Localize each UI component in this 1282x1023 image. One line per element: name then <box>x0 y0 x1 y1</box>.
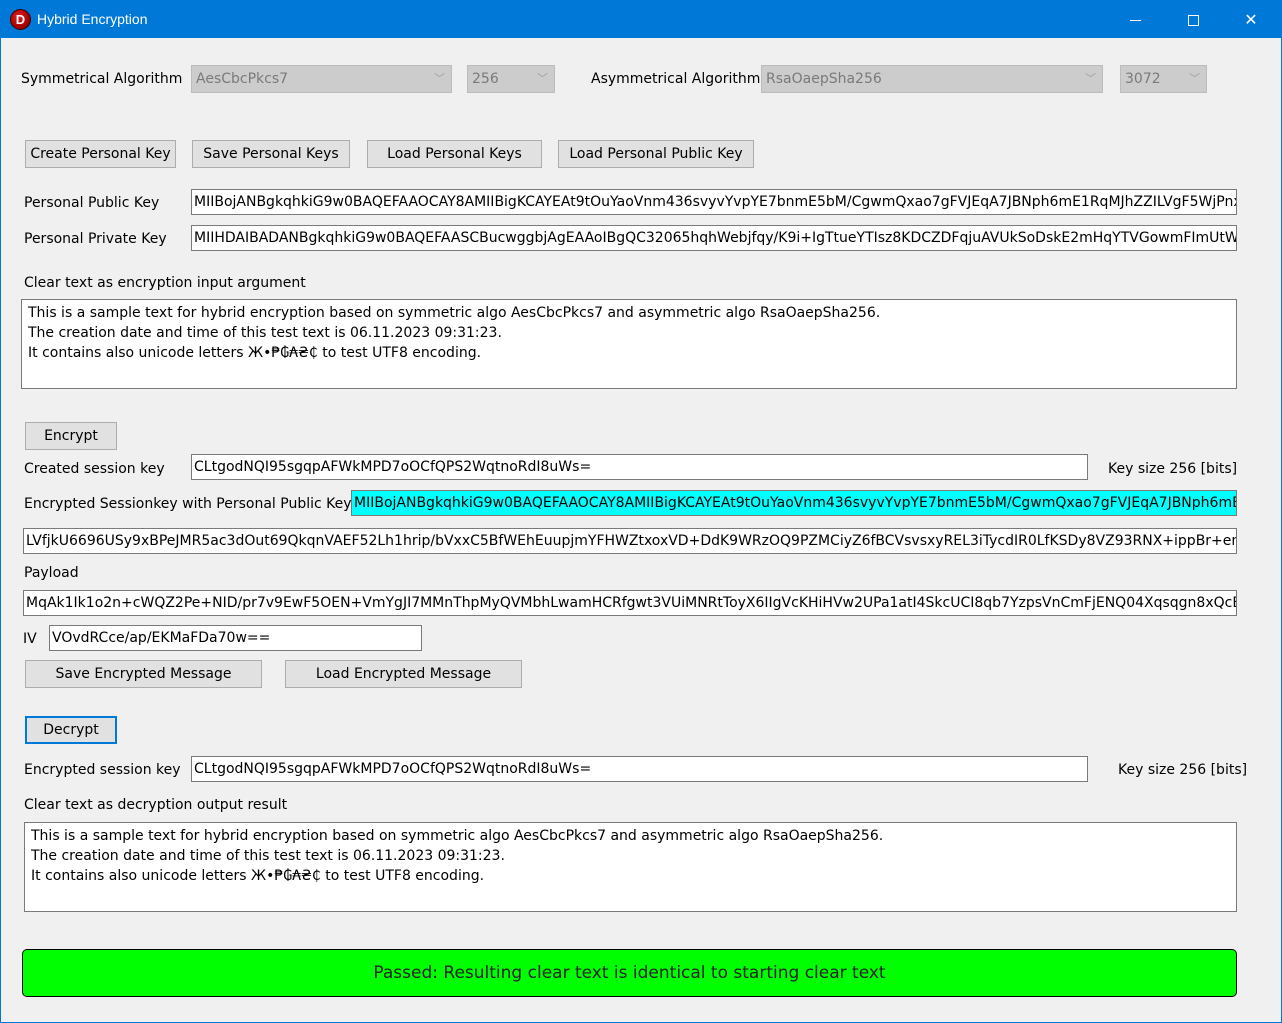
clear-text-output[interactable]: This is a sample text for hybrid encrypt… <box>24 822 1237 912</box>
text-line: The creation date and time of this test … <box>31 848 505 864</box>
encrypted-sessionkey-label: Encrypted Sessionkey with Personal Publi… <box>24 496 352 512</box>
text-line: It contains also unicode letters Ж•₱₲₳₴₵… <box>28 345 482 361</box>
decrypt-button[interactable]: Decrypt <box>25 716 117 744</box>
personal-public-key-field[interactable]: MIIBojANBgkqhkiG9w0BAQEFAAOCAY8AMIIBigKC… <box>191 189 1237 215</box>
iv-field[interactable]: VOvdRCce/ap/EKMaFDa70w== <box>49 625 422 651</box>
window-title: Hybrid Encryption <box>37 11 148 27</box>
minimize-icon <box>1129 20 1141 21</box>
clear-text-output-label: Clear text as decryption output result <box>24 797 288 813</box>
encrypted-session-key-label: Encrypted session key <box>24 762 181 778</box>
encrypt-button[interactable]: Encrypt <box>25 422 117 450</box>
iv-label: IV <box>23 631 37 647</box>
encrypted-sessionkey-field[interactable]: MIIBojANBgkqhkiG9w0BAQEFAAOCAY8AMIIBigKC… <box>351 490 1237 516</box>
personal-private-key-label: Personal Private Key <box>24 231 167 247</box>
symmetric-keysize-select[interactable]: 256 ﹀ <box>467 65 555 93</box>
personal-public-key-label: Personal Public Key <box>24 195 160 211</box>
maximize-icon <box>1187 15 1199 26</box>
text-line: The creation date and time of this test … <box>28 325 502 341</box>
app-logo-icon: D <box>10 9 31 30</box>
payload-label: Payload <box>24 565 79 581</box>
asymmetric-keysize-select[interactable]: 3072 ﹀ <box>1120 65 1207 93</box>
asymmetric-algorithm-value: RsaOaepSha256 <box>766 71 882 87</box>
chevron-down-icon: ﹀ <box>537 72 548 85</box>
encrypted-session-key-field[interactable]: CLtgodNQI95sgqpAFWkMPD7oOCfQPS2WqtnoRdI8… <box>191 756 1088 782</box>
personal-private-key-field[interactable]: MIIHDAIBADANBgkqhkiG9w0BAQEFAASCBucwggbj… <box>191 225 1237 251</box>
clear-text-input-label: Clear text as encryption input argument <box>24 275 306 291</box>
create-personal-key-button[interactable]: Create Personal Key <box>25 140 176 168</box>
load-personal-public-key-button[interactable]: Load Personal Public Key <box>558 140 754 168</box>
close-button[interactable]: ✕ <box>1222 1 1280 38</box>
close-icon: ✕ <box>1244 10 1258 29</box>
load-encrypted-message-button[interactable]: Load Encrypted Message <box>285 660 522 688</box>
created-session-key-field[interactable]: CLtgodNQI95sgqpAFWkMPD7oOCfQPS2WqtnoRdI8… <box>191 454 1088 480</box>
encrypted-sessionkey-continuation-field[interactable]: LVfjkU6696USy9xBPeJMR5ac3dOut69QkqnVAEF5… <box>23 528 1237 554</box>
save-encrypted-message-button[interactable]: Save Encrypted Message <box>25 660 262 688</box>
symmetric-keysize-value: 256 <box>472 71 499 87</box>
asymmetric-algorithm-select[interactable]: RsaOaepSha256 ﹀ <box>761 65 1103 93</box>
save-personal-keys-button[interactable]: Save Personal Keys <box>192 140 350 168</box>
main-window: D Hybrid Encryption ✕ Symmetrical Algori… <box>0 0 1282 1023</box>
text-line: It contains also unicode letters Ж•₱₲₳₴₵… <box>31 868 485 884</box>
chevron-down-icon: ﹀ <box>434 72 445 85</box>
maximize-button[interactable] <box>1164 1 1222 38</box>
load-personal-keys-button[interactable]: Load Personal Keys <box>367 140 542 168</box>
title-bar[interactable]: D Hybrid Encryption ✕ <box>1 1 1281 38</box>
minimize-button[interactable] <box>1106 1 1164 38</box>
decrypt-key-size-label: Key size 256 [bits] <box>1118 762 1248 778</box>
chevron-down-icon: ﹀ <box>1085 72 1096 85</box>
clear-text-input[interactable]: This is a sample text for hybrid encrypt… <box>21 299 1237 389</box>
symmetric-algorithm-value: AesCbcPkcs7 <box>196 71 289 87</box>
symmetric-algorithm-select[interactable]: AesCbcPkcs7 ﹀ <box>191 65 452 93</box>
created-session-key-label: Created session key <box>24 461 165 477</box>
status-banner: Passed: Resulting clear text is identica… <box>22 949 1237 997</box>
asymmetric-keysize-value: 3072 <box>1125 71 1161 87</box>
asymmetric-algorithm-label: Asymmetrical Algorithm <box>591 71 761 87</box>
payload-field[interactable]: MqAk1Ik1o2n+cWQZ2Pe+NID/pr7v9EwF5OEN+VmY… <box>23 590 1237 616</box>
text-line: This is a sample text for hybrid encrypt… <box>31 828 884 844</box>
text-line: This is a sample text for hybrid encrypt… <box>28 305 881 321</box>
symmetric-algorithm-label: Symmetrical Algorithm <box>21 71 183 87</box>
encrypt-key-size-label: Key size 256 [bits] <box>1108 461 1238 477</box>
chevron-down-icon: ﹀ <box>1189 72 1200 85</box>
